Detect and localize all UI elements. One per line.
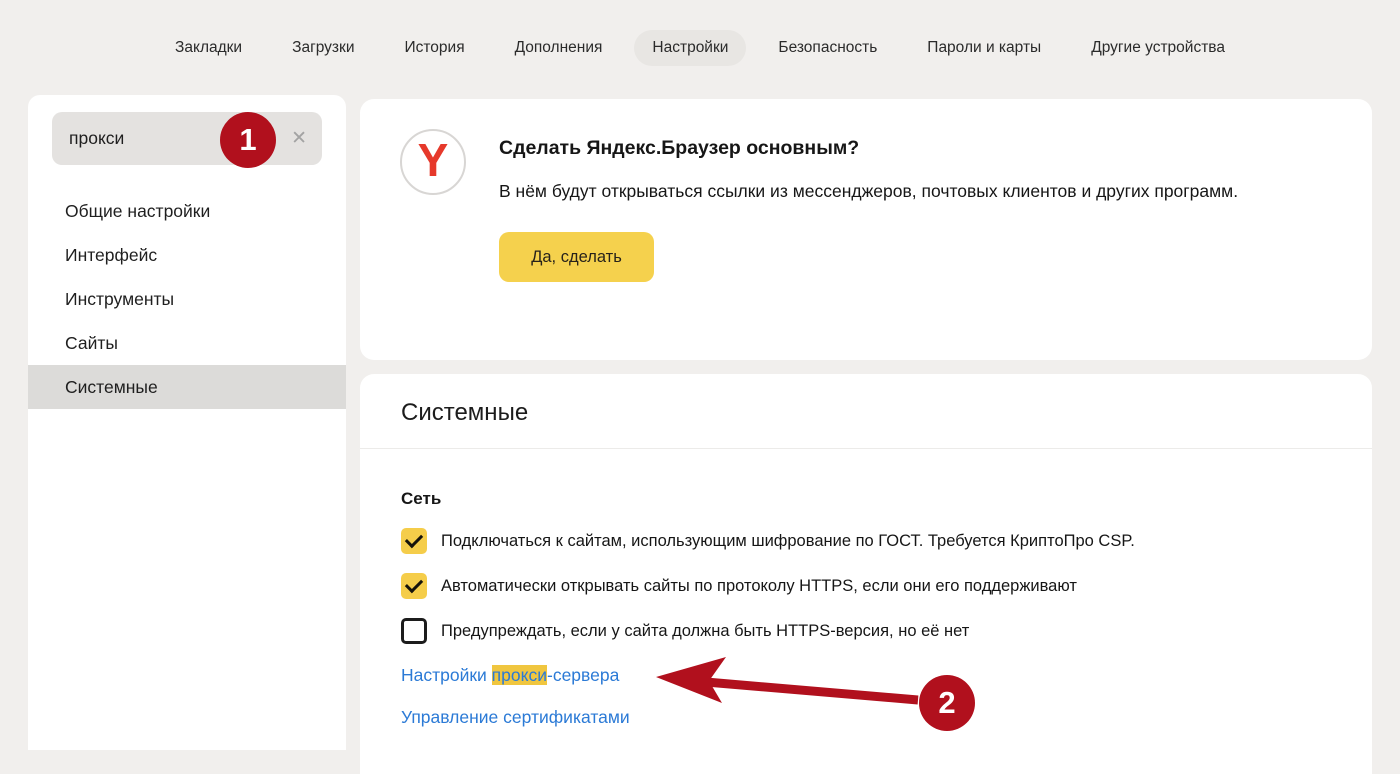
network-subsection-title: Сеть (401, 489, 1332, 509)
gost-encryption-label: Подключаться к сайтам, использующим шифр… (441, 532, 1135, 551)
section-divider (360, 448, 1372, 449)
tab-bookmarks[interactable]: Закладки (157, 30, 260, 66)
gost-encryption-checkbox[interactable] (401, 528, 427, 554)
sidebar-item-system[interactable]: Системные (28, 365, 346, 409)
proxy-link-highlight: прокси (492, 665, 547, 685)
tab-extensions[interactable]: Дополнения (497, 30, 621, 66)
settings-search-box[interactable]: ✕ (52, 112, 322, 165)
https-warning-checkbox[interactable] (401, 618, 427, 644)
system-section-title: Системные (360, 374, 1372, 427)
default-browser-description: В нём будут открываться ссылки из мессен… (499, 177, 1274, 205)
auto-https-label: Автоматически открывать сайты по протоко… (441, 577, 1077, 596)
make-default-button[interactable]: Да, сделать (499, 232, 654, 282)
tab-passwords[interactable]: Пароли и карты (909, 30, 1059, 66)
search-input[interactable] (52, 128, 231, 149)
https-warning-row: Предупреждать, если у сайта должна быть … (401, 618, 1332, 644)
default-browser-title: Сделать Яндекс.Браузер основным? (499, 137, 1312, 160)
yandex-browser-logo-icon: Y (400, 129, 466, 195)
tab-history[interactable]: История (386, 30, 482, 66)
auto-https-checkbox[interactable] (401, 573, 427, 599)
sidebar-item-interface[interactable]: Интерфейс (28, 233, 346, 277)
sidebar-item-sites[interactable]: Сайты (28, 321, 346, 365)
annotation-badge-1: 1 (220, 112, 276, 168)
proxy-settings-link[interactable]: Настройки прокси-сервера (401, 665, 619, 686)
proxy-link-suffix: -сервера (547, 665, 619, 685)
sidebar-item-general[interactable]: Общие настройки (28, 189, 346, 233)
tab-security[interactable]: Безопасность (760, 30, 895, 66)
tab-other-devices[interactable]: Другие устройства (1073, 30, 1243, 66)
default-browser-card: Y Сделать Яндекс.Браузер основным? В нём… (360, 99, 1372, 360)
sidebar-menu: Общие настройки Интерфейс Инструменты Са… (28, 189, 346, 409)
gost-encryption-row: Подключаться к сайтам, использующим шифр… (401, 528, 1332, 554)
system-settings-card: Системные Сеть Подключаться к сайтам, ис… (360, 374, 1372, 774)
proxy-link-prefix: Настройки (401, 665, 492, 685)
settings-top-nav: Закладки Загрузки История Дополнения Нас… (0, 30, 1400, 66)
sidebar-item-tools[interactable]: Инструменты (28, 277, 346, 321)
tab-downloads[interactable]: Загрузки (274, 30, 372, 66)
tab-settings[interactable]: Настройки (634, 30, 746, 66)
settings-sidebar: ✕ Общие настройки Интерфейс Инструменты … (28, 95, 346, 750)
yandex-y-glyph: Y (418, 137, 449, 183)
auto-https-row: Автоматически открывать сайты по протоко… (401, 573, 1332, 599)
certificates-link[interactable]: Управление сертификатами (401, 707, 630, 728)
https-warning-label: Предупреждать, если у сайта должна быть … (441, 622, 969, 641)
annotation-badge-2: 2 (919, 675, 975, 731)
